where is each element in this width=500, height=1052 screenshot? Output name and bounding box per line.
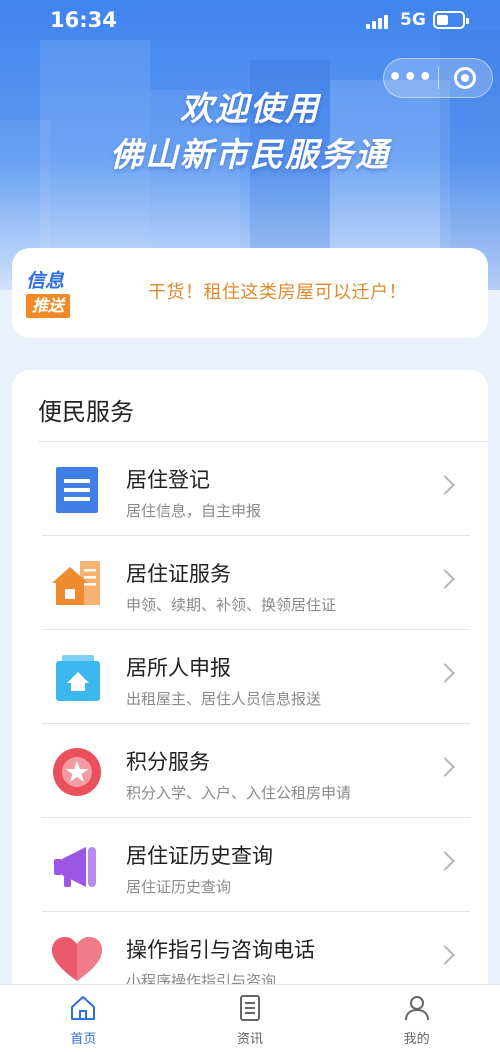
chevron-right-icon: [435, 757, 455, 777]
chevron-right-icon: [435, 475, 455, 495]
welcome-title-line1: 欢迎使用: [180, 89, 320, 128]
battery-icon: [433, 11, 469, 29]
service-item-permit-history[interactable]: 居住证历史查询 居住证历史查询: [42, 818, 470, 912]
home-icon: [71, 996, 96, 1020]
service-item-title: 积分服务: [126, 750, 210, 774]
tab-mine[interactable]: 我的: [333, 985, 500, 1052]
services-card: 便民服务 居住登记 居住信息，自主申报 居住证服务 申领、续期、补领、换领居住证: [12, 370, 488, 1052]
status-bar: 16:34 5G: [0, 0, 500, 44]
chevron-right-icon: [435, 851, 455, 871]
notice-badge-top: 信息: [26, 270, 65, 292]
chevron-right-icon: [435, 945, 455, 965]
status-time: 16:34: [50, 8, 117, 32]
service-item-title: 操作指引与咨询电话: [126, 938, 315, 962]
document-list-icon: [56, 467, 98, 513]
chevron-right-icon: [435, 663, 455, 683]
service-item-title: 居住证历史查询: [126, 844, 273, 868]
chevron-right-icon: [435, 569, 455, 589]
megaphone-icon: [54, 847, 96, 887]
service-item-subtitle: 积分入学、入户、入住公租房申请: [126, 784, 352, 802]
network-type: 5G: [400, 10, 426, 30]
notice-text[interactable]: 干货！租住这类房屋可以迁户！: [148, 278, 407, 304]
signal-icon: [366, 13, 388, 29]
notice-badge-bottom: 推送: [26, 294, 70, 318]
tab-label: 我的: [403, 1032, 430, 1047]
service-item-subtitle: 居住信息，自主申报: [126, 502, 262, 520]
service-item-subtitle: 居住证历史查询: [126, 878, 232, 896]
notice-badge: 信息 推送: [26, 266, 82, 320]
home-upload-icon: [56, 655, 100, 701]
service-item-residence-registration[interactable]: 居住登记 居住信息，自主申报: [42, 442, 470, 536]
news-icon: [240, 995, 260, 1021]
service-item-subtitle: 出租屋主、居住人员信息报送: [126, 690, 322, 708]
bottom-tab-bar: 首页 资讯 我的: [0, 984, 500, 1052]
tab-label: 资讯: [237, 1032, 264, 1047]
service-item-points[interactable]: 积分服务 积分入学、入户、入住公租房申请: [42, 724, 470, 818]
service-item-title: 居住证服务: [126, 562, 231, 586]
heart-icon: [52, 937, 102, 981]
service-item-subtitle: 申领、续期、补领、换领居住证: [126, 596, 337, 614]
tab-home[interactable]: 首页: [0, 985, 167, 1052]
service-item-residence-permit[interactable]: 居住证服务 申领、续期、补领、换领居住证: [42, 536, 470, 630]
tab-news[interactable]: 资讯: [167, 985, 334, 1052]
notice-bar[interactable]: 信息 推送 干货！租住这类房屋可以迁户！: [12, 248, 488, 338]
service-item-title: 居住登记: [126, 468, 210, 492]
star-badge-icon: [53, 748, 101, 796]
user-icon: [404, 996, 429, 1021]
house-icon: [52, 561, 100, 605]
services-title: 便民服务: [38, 398, 134, 426]
service-item-resident-declaration[interactable]: 居所人申报 出租屋主、居住人员信息报送: [42, 630, 470, 724]
welcome-title-line2: 佛山新市民服务通: [110, 135, 390, 174]
tab-label: 首页: [70, 1032, 97, 1047]
service-item-title: 居所人申报: [126, 656, 231, 680]
